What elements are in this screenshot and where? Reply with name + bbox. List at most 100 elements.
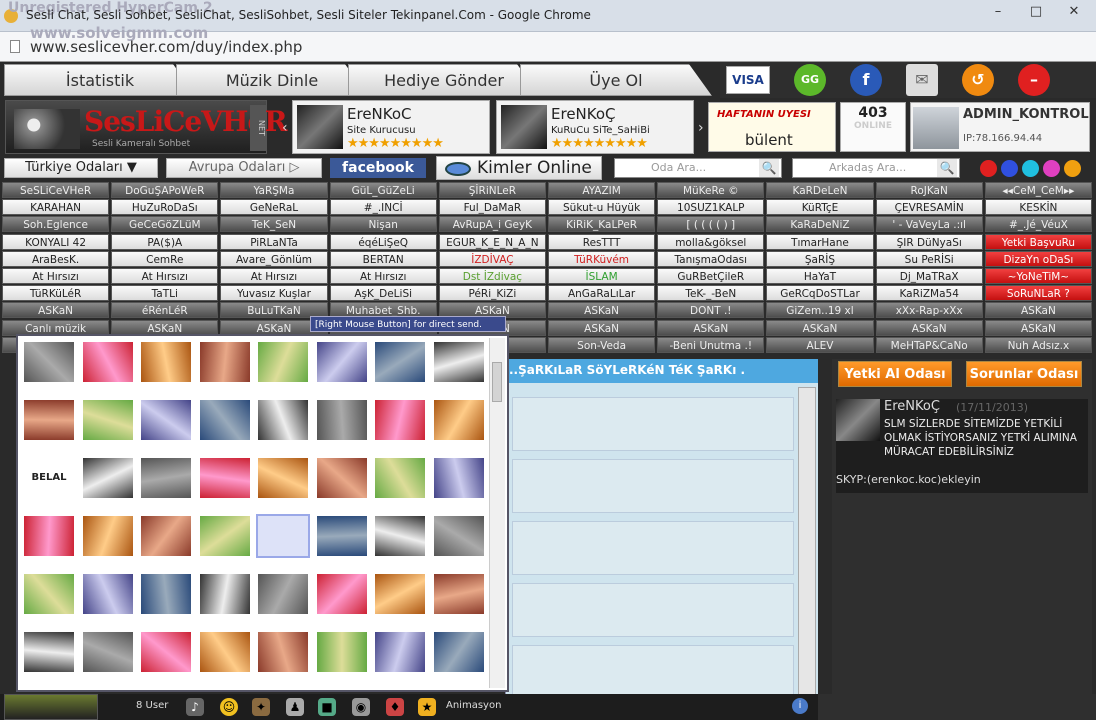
room-button[interactable]: Su PeRİSi (875, 250, 983, 267)
week-member[interactable]: HAFTANIN UYESI bülent (708, 102, 836, 152)
animation-thumbnail[interactable] (256, 514, 310, 558)
animation-thumbnail[interactable] (375, 458, 425, 498)
animation-thumbnail[interactable] (24, 574, 74, 614)
room-button[interactable]: KARAHAN (2, 199, 110, 216)
animation-thumbnail[interactable] (199, 574, 250, 614)
mail-icon[interactable]: ✉ (906, 64, 938, 96)
friend-search-input[interactable]: Arkadaş Ara... 🔍 (792, 158, 960, 178)
color-dot-blue[interactable] (1001, 160, 1018, 177)
url-text[interactable]: www.seslicevher.com/duy/index.php (30, 38, 302, 56)
room-button[interactable]: At Hırsızı (2, 268, 110, 284)
room-button[interactable]: Yuvasız Kuşlar (220, 285, 328, 302)
animation-thumbnail[interactable] (433, 574, 484, 614)
camera-icon[interactable]: ■ (318, 698, 336, 716)
animation-thumbnail[interactable]: BELAL (24, 458, 74, 498)
color-dot-red[interactable] (980, 160, 997, 177)
room-button[interactable]: Sükut-u Hüyük (548, 199, 656, 216)
room-button[interactable]: GeRCqDoSTLar (766, 285, 874, 302)
room-button[interactable]: Nişan (329, 216, 437, 233)
animation-thumbnail[interactable] (375, 632, 425, 672)
animation-icon[interactable]: ★ (418, 698, 436, 716)
animation-thumbnail[interactable] (24, 516, 74, 556)
room-button[interactable]: AvRupA_i GeyK (438, 216, 546, 233)
room-button[interactable]: #_.INCİ (329, 199, 437, 216)
room-button[interactable]: KaRaDeNiZ (766, 216, 874, 233)
room-button[interactable]: SoRuNLaR ? (984, 285, 1092, 302)
minimize-button[interactable]: – (986, 4, 1010, 20)
tab-muzik-dinle[interactable]: Müzik Dinle (176, 64, 368, 96)
room-button[interactable]: Avare_Gönlüm (220, 250, 328, 267)
room-button[interactable]: AnGaRaLıLar (548, 285, 656, 302)
room-button[interactable]: KaRiZMa54 (875, 285, 983, 302)
animation-thumbnail[interactable] (82, 632, 133, 672)
room-button[interactable]: PéRi_KiZi (438, 285, 546, 302)
animation-thumbnail[interactable] (316, 632, 367, 672)
room-button[interactable]: At Hırsızı (220, 268, 328, 284)
room-button[interactable]: KaRDeLeN (766, 182, 874, 198)
room-button[interactable]: Yetki BaşvuRu (984, 233, 1092, 250)
room-button[interactable]: KONYALI 42 (2, 233, 110, 250)
picker-scrollbar[interactable] (489, 338, 505, 688)
room-button[interactable]: GuRBetÇileR (657, 268, 765, 284)
animation-thumbnail[interactable] (258, 574, 308, 614)
animation-thumbnail[interactable] (82, 516, 133, 556)
animation-thumbnail[interactable] (316, 458, 367, 498)
animation-thumbnail[interactable] (433, 342, 484, 382)
room-button[interactable]: ŞİRiNLeR (438, 182, 546, 198)
room-button[interactable]: Dj_MaTRaX (875, 268, 983, 284)
room-button[interactable]: Soh.Eglence (2, 216, 110, 233)
color-dot-cyan[interactable] (1022, 160, 1039, 177)
room-button[interactable]: TaTLi (111, 285, 219, 302)
room-button[interactable]: ALEV (766, 336, 874, 353)
room-button[interactable]: At Hırsızı (329, 268, 437, 284)
room-button[interactable]: İZDİVAÇ (438, 250, 546, 267)
site-logo[interactable]: SesLiCeVHeR Sesli Kameralı Sohbet NET (5, 100, 287, 154)
gg-icon[interactable]: GG (794, 64, 826, 96)
room-button[interactable]: Dst İZdivaç (438, 268, 546, 284)
room-button[interactable]: YaRŞMa (220, 182, 328, 198)
animation-thumbnail[interactable] (199, 632, 250, 672)
animation-thumbnail[interactable] (24, 632, 74, 672)
room-button[interactable]: 10SUZ1KALP (657, 199, 765, 216)
yetki-al-button[interactable]: Yetki Al Odası (838, 361, 952, 387)
animation-thumbnail[interactable] (199, 342, 250, 382)
animation-thumbnail[interactable] (199, 516, 250, 556)
featured-card-2[interactable]: EreNKoÇ KuRuCu SiTe_SaHiBi ★★★★★★★★★ (496, 100, 694, 154)
animation-thumbnail[interactable] (316, 574, 367, 614)
room-button[interactable]: ASKaN (875, 319, 983, 336)
animation-thumbnail[interactable] (258, 342, 308, 382)
animation-thumbnail[interactable] (375, 516, 425, 556)
admin-card[interactable]: ADMIN_KONTROL IP:78.166.94.44 (910, 102, 1090, 152)
room-search-input[interactable]: Oda Ara... 🔍 (614, 158, 782, 178)
kimler-online-button[interactable]: Kimler Online (436, 156, 602, 180)
refresh-icon[interactable]: ↺ (962, 64, 994, 96)
room-button[interactable]: TımarHane (766, 233, 874, 250)
next-arrow-icon[interactable]: › (698, 120, 704, 136)
facebook-icon[interactable]: f (850, 64, 882, 96)
animation-thumbnail[interactable] (141, 400, 191, 440)
animation-thumbnail[interactable] (433, 516, 484, 556)
room-button[interactable]: ASKaN (657, 319, 765, 336)
room-button[interactable]: HuZuRoDaSı (111, 199, 219, 216)
room-button[interactable]: Ful_DaMaR (438, 199, 546, 216)
room-button[interactable]: DizaYn oDaSı (984, 250, 1092, 267)
room-button[interactable]: ResTTT (548, 233, 656, 250)
room-button[interactable]: PA($)A (111, 233, 219, 250)
animation-thumbnail[interactable] (82, 574, 133, 614)
sorunlar-button[interactable]: Sorunlar Odası (966, 361, 1082, 387)
room-button[interactable]: TanışmaOdası (657, 250, 765, 267)
room-button[interactable]: éRénLéR (111, 302, 219, 319)
room-button[interactable]: ' - VaVeyLa .:ıl (875, 216, 983, 233)
room-button[interactable]: AraBesK. (2, 250, 110, 267)
animation-thumbnail[interactable] (141, 516, 191, 556)
room-button[interactable]: xXx-Rap-xXx (875, 302, 983, 319)
room-button[interactable]: GeNeRaL (220, 199, 328, 216)
search-icon[interactable]: 🔍 (937, 159, 957, 177)
color-dot-orange[interactable] (1064, 160, 1081, 177)
room-button[interactable]: TüRKüvém (548, 250, 656, 267)
animation-thumbnail[interactable] (375, 400, 425, 440)
room-button[interactable]: ◂◂CeM_CeM▸▸ (984, 182, 1092, 198)
room-button[interactable]: BERTAN (329, 250, 437, 267)
room-button[interactable]: MüKeRe © (657, 182, 765, 198)
stop-icon[interactable]: – (1018, 64, 1050, 96)
